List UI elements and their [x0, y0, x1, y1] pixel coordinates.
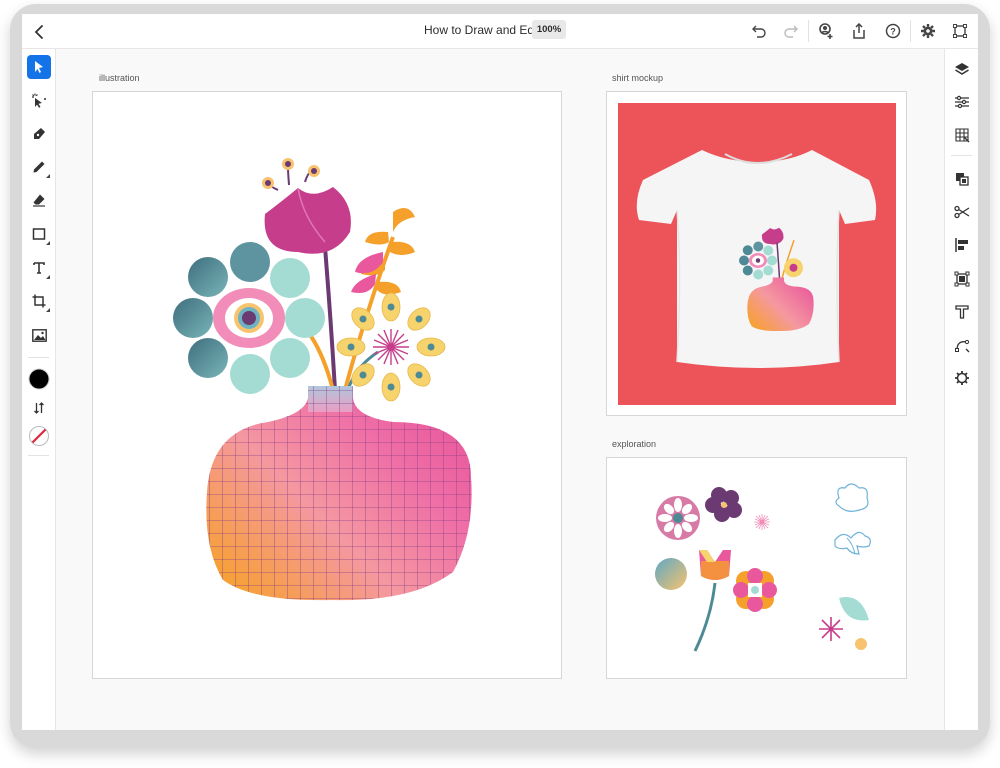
artboard-icon [953, 24, 967, 38]
tool-flyout-indicator [46, 275, 50, 279]
text-icon [955, 305, 969, 319]
app-screen: How to Draw and Edit 100% ? illustration… [22, 14, 978, 730]
image-tool[interactable] [27, 323, 51, 347]
share-button[interactable] [848, 20, 870, 42]
sliders-icon [955, 95, 969, 109]
repeat-grid-button[interactable] [950, 267, 974, 291]
right-toolbar [944, 49, 978, 730]
plugins-button[interactable] [950, 366, 974, 390]
left-toolbar [22, 49, 56, 730]
repeat-grid-icon [954, 271, 970, 287]
arrange-icon [956, 173, 969, 186]
top-bar: How to Draw and Edit 100% ? [22, 14, 978, 49]
toolbar-separator [951, 155, 972, 156]
pen-nib-icon [34, 128, 45, 139]
pencil-icon [33, 161, 45, 173]
select-arrow-icon [35, 61, 43, 73]
document-title[interactable]: How to Draw and Edit [424, 23, 540, 37]
flower-vase-illustration[interactable] [93, 92, 561, 678]
crop-tool[interactable] [27, 289, 51, 313]
chevron-left-icon [34, 25, 43, 39]
share-icon [853, 23, 865, 39]
fit-artboards-button[interactable] [949, 20, 971, 42]
tshirt-mockup-image[interactable] [607, 92, 906, 415]
scissors-icon [954, 205, 970, 219]
zoom-level[interactable]: 100% [532, 20, 566, 39]
help-icon: ? [885, 23, 901, 39]
svg-text:?: ? [890, 27, 896, 37]
undo-icon [752, 25, 766, 38]
path-tools-button[interactable] [950, 333, 974, 357]
direct-select-tool[interactable] [27, 89, 51, 113]
swap-fill-stroke-button[interactable] [27, 396, 51, 420]
no-stroke-icon [29, 426, 49, 446]
bezier-path-icon [955, 339, 970, 353]
pen-tool[interactable] [27, 122, 51, 146]
fill-swatch-icon [28, 368, 50, 390]
toolbar-divider [910, 20, 911, 42]
tool-flyout-indicator [46, 241, 50, 245]
eraser-tool[interactable] [27, 188, 51, 212]
scissors-button[interactable] [950, 200, 974, 224]
arrange-button[interactable] [950, 167, 974, 191]
redo-icon [784, 25, 798, 38]
toolbar-separator [28, 455, 49, 456]
crop-icon [32, 294, 46, 308]
type-icon [33, 262, 45, 274]
align-left-icon [955, 238, 968, 252]
layers-icon [955, 63, 969, 75]
toolbar-divider [808, 20, 809, 42]
type-options-button[interactable] [950, 300, 974, 324]
artboard-label-exploration[interactable]: exploration [612, 439, 656, 449]
pencil-tool[interactable] [27, 155, 51, 179]
libraries-button[interactable] [950, 123, 974, 147]
invite-button[interactable] [815, 20, 837, 42]
artboard-shirt-mockup[interactable] [606, 91, 907, 416]
rectangle-tool[interactable] [27, 222, 51, 246]
artboard-label-shirt-mockup[interactable]: shirt mockup [612, 73, 663, 83]
properties-button[interactable] [950, 90, 974, 114]
select-tool[interactable] [27, 55, 51, 79]
eraser-icon [33, 194, 45, 207]
layers-button[interactable] [950, 57, 974, 81]
back-button[interactable] [28, 21, 50, 43]
type-tool[interactable] [27, 256, 51, 280]
library-grid-icon [955, 128, 970, 143]
redo-button[interactable] [780, 20, 802, 42]
align-button[interactable] [950, 233, 974, 257]
add-person-icon [819, 23, 833, 39]
plugin-gear-icon [955, 371, 969, 385]
magic-select-icon [32, 93, 46, 108]
artboard-exploration[interactable] [606, 457, 907, 679]
gear-icon [921, 24, 935, 38]
settings-button[interactable] [917, 20, 939, 42]
stroke-color-swatch[interactable] [27, 424, 51, 448]
swap-arrows-icon [34, 402, 44, 414]
exploration-sketches[interactable] [607, 458, 906, 678]
undo-button[interactable] [748, 20, 770, 42]
rectangle-icon [32, 228, 46, 240]
image-icon [31, 328, 47, 342]
fill-color-swatch[interactable] [27, 367, 51, 391]
artboard-label-illustration[interactable]: illustration [99, 73, 140, 83]
toolbar-separator [28, 357, 49, 358]
artboard-illustration[interactable] [92, 91, 562, 679]
help-button[interactable]: ? [882, 20, 904, 42]
tool-flyout-indicator [46, 308, 50, 312]
tool-flyout-indicator [46, 174, 50, 178]
